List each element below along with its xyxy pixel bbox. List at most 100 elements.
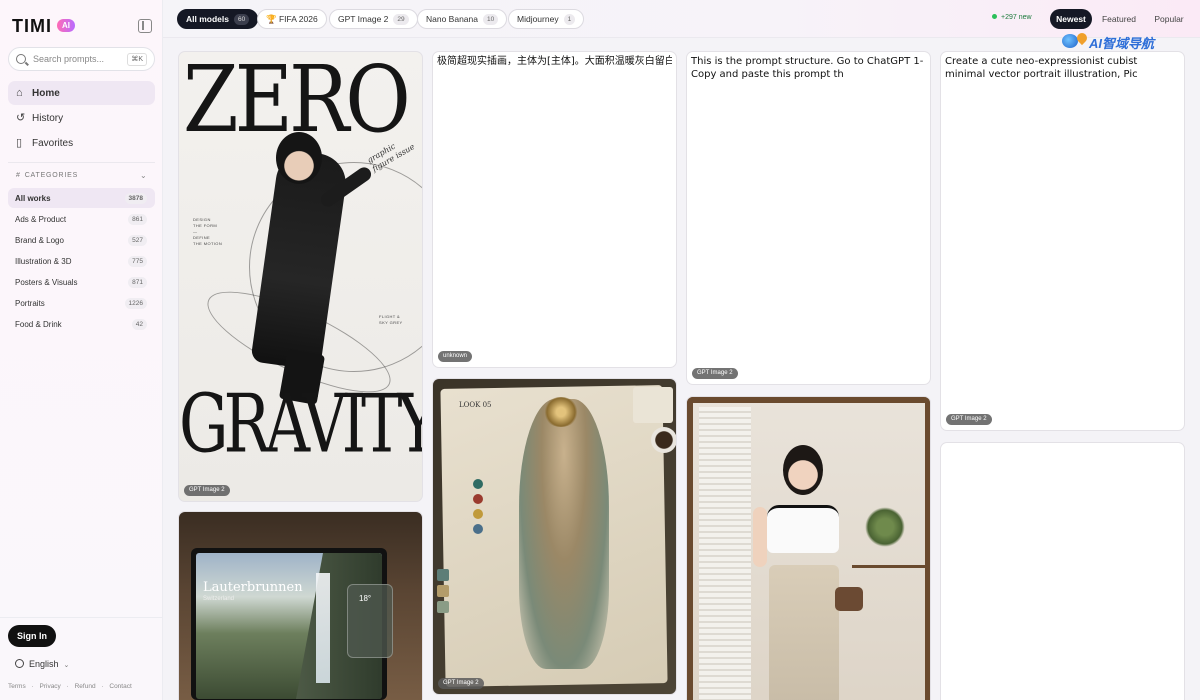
sort-newest-button[interactable]: Newest [1050,9,1092,29]
divider [8,162,155,163]
gem-swatch [473,524,483,534]
prompt-card-zero-gravity[interactable]: ZERO graphic figure issue DESIGN THE FORM… [178,51,423,502]
new-items-label: +297 new [1001,14,1032,21]
categories-heading[interactable]: # CATEGORIES [16,172,78,179]
chip-label: Midjourney [517,14,559,24]
prompt-card-chinese-illustration[interactable]: 极简超现实插画，主体为[主体]。大面积温暖灰白留白背 unknown [432,51,677,368]
logo-text: TIMI [12,16,52,36]
globe-icon [15,659,24,668]
prompt-card-fashion-sketch[interactable]: LOOK 05 GPT Image 2 [432,378,677,695]
history-icon: ↺ [16,112,26,124]
footer-link-refund[interactable]: Refund [75,683,96,690]
footer-link-contact[interactable]: Contact [109,683,131,690]
footer-link-terms[interactable]: Terms [8,683,26,690]
category-item-all-works[interactable]: All works 3878 [8,188,155,208]
category-count: 42 [131,319,147,330]
chip-count: 60 [233,14,250,25]
category-label: Food & Drink [15,320,62,329]
model-filter-fifa-2026[interactable]: 🏆 FIFA 2026 [257,9,327,29]
category-label: Posters & Visuals [15,278,78,287]
category-item-illustration-3d[interactable]: Illustration & 3D 775 [8,251,155,271]
category-label: Portraits [15,299,45,308]
prompt-card-lauterbrunnen[interactable]: Lauterbrunnen Switzerland 18° [178,511,423,700]
poster-small-text: FLIGHT & SKY GREY [379,314,403,325]
category-label: Ads & Product [15,215,67,224]
language-label: English [29,659,59,669]
model-filter-midjourney[interactable]: Midjourney 1 [508,9,585,29]
prompt-card-mirror-selfie[interactable] [686,396,931,700]
prompt-card-cubist-portrait[interactable]: Create a cute neo-expressionist cubist m… [940,51,1185,431]
sign-in-button[interactable]: Sign In [8,625,56,647]
laptop-subheading: Switzerland [203,596,235,602]
sort-toggle: Newest Featured Popular [1048,9,1194,29]
chip-label: 🏆 FIFA 2026 [266,14,318,24]
nav-item-label: History [32,113,64,124]
model-tag: GPT Image 2 [946,414,992,425]
logo[interactable]: TIMI AI [12,16,152,36]
new-items-badge[interactable]: +297 new [992,14,1032,21]
figure-illustration [276,132,322,184]
crown-illustration [543,397,579,427]
model-filter-nano-banana[interactable]: Nano Banana 10 [417,9,508,29]
gem-swatch [473,479,483,489]
handbag-illustration [835,587,863,611]
language-selector[interactable]: English ⌄ [15,659,69,669]
footer-link-privacy[interactable]: Privacy [40,683,61,690]
footer-links: Terms · Privacy · Refund · Contact [8,683,136,690]
prompt-card-blank[interactable] [940,442,1185,700]
laptop-heading: Lauterbrunnen [203,580,303,595]
nav-item-label: Favorites [32,138,74,149]
category-count: 527 [128,235,147,246]
model-tag: GPT Image 2 [692,368,738,379]
sketch-title: LOOK 05 [459,401,492,409]
person-illustration [783,445,823,495]
gem-swatch [473,494,483,504]
nav-item-label: Home [32,88,60,99]
nav-item-favorites[interactable]: ▯ Favorites [8,131,155,155]
status-dot-icon [992,14,997,19]
category-item-food-drink[interactable]: Food & Drink 42 [8,314,155,334]
chevron-down-icon: ⌄ [63,662,70,669]
person-illustration [753,507,767,567]
categories-heading-label: CATEGORIES [24,172,79,179]
model-filter-gpt-image-2[interactable]: GPT Image 2 29 [329,9,418,29]
category-count: 1226 [124,298,147,309]
plant-illustration [865,507,905,547]
category-label: Brand & Logo [15,236,64,245]
waterfall-illustration [316,573,330,683]
person-illustration [769,565,839,700]
model-tag: GPT Image 2 [184,485,230,496]
nav-item-home[interactable]: ⌂ Home [8,81,155,105]
category-item-brand-logo[interactable]: Brand & Logo 527 [8,230,155,250]
poster-title-bottom: GRAVITY [179,376,423,472]
chevron-down-icon[interactable]: ⌄ [140,171,147,180]
category-item-ads-product[interactable]: Ads & Product 861 [8,209,155,229]
model-filter-all[interactable]: All models 60 [177,9,259,29]
shutter-illustration [699,407,751,700]
sort-featured-button[interactable]: Featured [1096,9,1142,29]
category-count: 775 [128,256,147,267]
nav-item-history[interactable]: ↺ History [8,106,155,130]
gem-swatch [473,509,483,519]
logo-badge: AI [57,19,75,32]
search-shortcut: ⌘K [127,53,147,66]
shelf-illustration [852,565,930,568]
coffee-cup-illustration [651,427,676,453]
footer-separator: · [101,683,104,690]
category-item-portraits[interactable]: Portraits 1226 [8,293,155,313]
chip-label: All models [186,14,229,24]
bookmark-icon: ▯ [16,137,23,149]
search-input[interactable]: Search prompts... ⌘K [8,47,155,71]
palette-illustration [633,387,673,423]
sidebar: TIMI AI Search prompts... ⌘K ⌂ Home ↺ Hi… [0,0,163,700]
footer-separator: · [66,683,69,690]
hash-icon: # [16,172,21,179]
prompt-card-prompt-structure[interactable]: This is the prompt structure. Go to Chat… [686,51,931,385]
category-item-posters-visuals[interactable]: Posters & Visuals 871 [8,272,155,292]
category-count: 861 [128,214,147,225]
prompt-text: This is the prompt structure. Go to Chat… [691,56,924,80]
model-tag: GPT Image 2 [438,678,484,689]
sort-popular-button[interactable]: Popular [1146,9,1192,29]
sidebar-collapse-icon[interactable] [138,19,152,33]
weather-temp: 18° [359,594,372,603]
